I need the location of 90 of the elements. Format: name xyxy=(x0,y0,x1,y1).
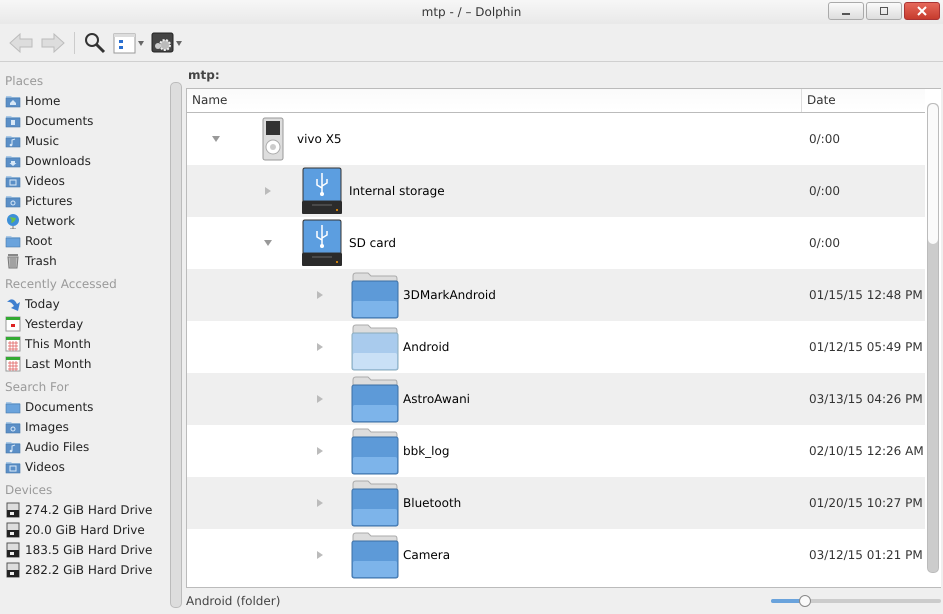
expand-arrow-icon[interactable] xyxy=(315,394,325,404)
search-icon[interactable] xyxy=(83,30,107,54)
expand-arrow-icon[interactable] xyxy=(315,446,325,456)
file-name[interactable]: vivo X5 xyxy=(297,132,342,146)
section-heading: Places xyxy=(5,73,44,90)
sidebar-item[interactable]: 274.2 GiB Hard Drive xyxy=(5,500,168,520)
sidebar-item[interactable]: Documents xyxy=(5,397,168,417)
file-name[interactable]: Camera xyxy=(403,548,450,562)
sidebar-item[interactable]: Home xyxy=(5,91,168,111)
sidebar-item[interactable]: Last Month xyxy=(5,354,168,374)
maximize-button[interactable] xyxy=(866,2,902,20)
videos-folder-icon xyxy=(5,459,21,475)
file-name[interactable]: bbk_log xyxy=(403,444,450,458)
sidebar-item[interactable]: Videos xyxy=(5,171,168,191)
date-cell-text: 01/12/15 05:49 PM xyxy=(808,340,924,354)
pictures-folder-icon xyxy=(5,419,21,435)
globe-icon xyxy=(5,213,21,229)
file-name[interactable]: Bluetooth xyxy=(403,496,462,510)
close-icon xyxy=(917,6,927,16)
downloads-folder-icon xyxy=(5,153,21,169)
section-heading: Search For xyxy=(5,379,70,396)
hard-drive-icon xyxy=(5,562,21,578)
sidebar-item[interactable]: Videos xyxy=(5,457,168,477)
music-folder-icon xyxy=(5,439,21,455)
maximize-icon xyxy=(879,6,889,16)
date-cell-text: 03/13/15 04:26 PM xyxy=(808,392,924,406)
hard-drive-icon xyxy=(5,522,21,538)
view-mode-icon[interactable] xyxy=(113,30,145,54)
documents-folder-icon xyxy=(5,113,21,129)
music-folder-icon xyxy=(5,133,21,149)
sidebar-item[interactable]: 282.2 GiB Hard Drive xyxy=(5,560,168,580)
settings-icon[interactable] xyxy=(151,30,183,54)
file-name[interactable]: Android xyxy=(403,340,450,354)
sidebar-item[interactable]: 183.5 GiB Hard Drive xyxy=(5,540,168,560)
status-text: Android (folder) xyxy=(186,594,280,608)
date-cell-text: 0/:00 xyxy=(808,184,841,198)
location-bar[interactable]: mtp: xyxy=(182,62,220,88)
sidebar-item[interactable]: Documents xyxy=(5,111,168,131)
scrollbar[interactable] xyxy=(927,103,939,573)
date-cell-text: 0/:00 xyxy=(808,236,841,250)
date-cell-text: 01/20/15 10:27 PM xyxy=(808,496,924,510)
calendar-icon xyxy=(5,336,21,352)
usb-drive-icon xyxy=(299,167,345,215)
section-heading: Recently Accessed xyxy=(5,276,118,293)
videos-folder-icon xyxy=(5,173,21,189)
hard-drive-icon xyxy=(5,542,21,558)
collapse-arrow-icon[interactable] xyxy=(211,134,221,144)
file-name[interactable]: 3DMarkAndroid xyxy=(403,288,496,302)
trash-icon xyxy=(5,253,21,269)
minimize-button[interactable] xyxy=(828,2,864,20)
collapse-arrow-icon[interactable] xyxy=(263,238,273,248)
sidebar-item[interactable]: Today xyxy=(5,294,168,314)
expand-arrow-icon[interactable] xyxy=(315,498,325,508)
sidebar-item[interactable]: Trash xyxy=(5,251,168,271)
column-header[interactable]: Name xyxy=(187,89,801,112)
pictures-folder-icon xyxy=(5,193,21,209)
zoom-slider[interactable] xyxy=(771,595,941,607)
hard-drive-icon xyxy=(5,502,21,518)
date-cell-text: 02/10/15 12:26 AM xyxy=(808,444,925,458)
expand-arrow-icon[interactable] xyxy=(315,290,325,300)
calendar-icon xyxy=(5,316,21,332)
sidebar-item[interactable]: This Month xyxy=(5,334,168,354)
expand-arrow-icon[interactable] xyxy=(315,342,325,352)
date-cell-text: 01/15/15 12:48 PM xyxy=(808,288,924,302)
folder-icon xyxy=(5,399,21,415)
scrollbar[interactable] xyxy=(170,82,182,608)
sidebar-item[interactable]: Audio Files xyxy=(5,437,168,457)
sidebar-item[interactable]: Network xyxy=(5,211,168,231)
date-cell-text: 0/:00 xyxy=(808,132,841,146)
sidebar-item[interactable]: Music xyxy=(5,131,168,151)
file-name[interactable]: AstroAwani xyxy=(403,392,470,406)
close-button[interactable] xyxy=(904,2,940,20)
expand-arrow-icon[interactable] xyxy=(263,186,273,196)
column-header[interactable]: Date xyxy=(801,89,925,112)
sidebar-item[interactable]: Images xyxy=(5,417,168,437)
file-name[interactable]: SD card xyxy=(349,236,396,250)
sidebar-item[interactable]: 20.0 GiB Hard Drive xyxy=(5,520,168,540)
calendar-icon xyxy=(5,356,21,372)
section-heading: Devices xyxy=(5,482,54,499)
home-folder-icon xyxy=(5,93,21,109)
folder-icon xyxy=(5,233,21,249)
minimize-icon xyxy=(842,13,850,15)
expand-arrow-icon[interactable] xyxy=(315,550,325,560)
sidebar-item[interactable]: Pictures xyxy=(5,191,168,211)
date-cell-text: 03/12/15 01:21 PM xyxy=(808,548,924,562)
file-name[interactable]: Internal storage xyxy=(349,184,445,198)
sidebar-item[interactable]: Root xyxy=(5,231,168,251)
window-title: mtp - / – Dolphin xyxy=(422,5,522,19)
sidebar-item[interactable]: Yesterday xyxy=(5,314,168,334)
sidebar-item[interactable]: Downloads xyxy=(5,151,168,171)
